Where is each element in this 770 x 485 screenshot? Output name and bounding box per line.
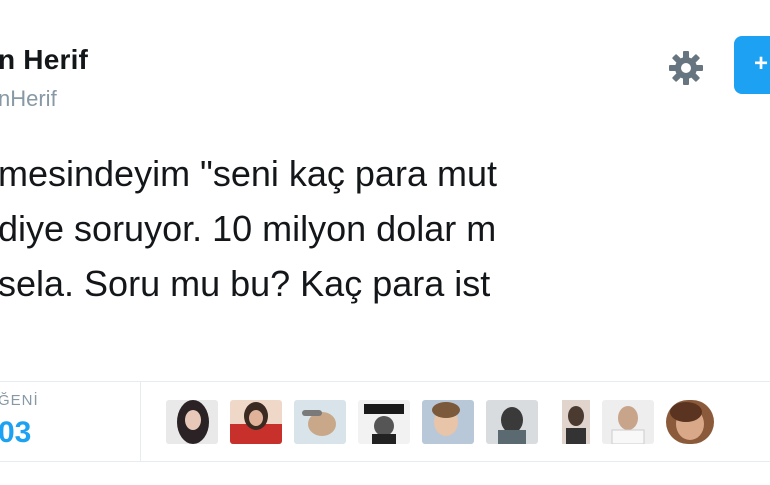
likes-count[interactable]: 03 — [0, 416, 31, 450]
stats-divider-bottom — [0, 461, 770, 462]
follow-button[interactable]: + — [734, 36, 770, 94]
liker-avatar-7[interactable] — [550, 400, 602, 444]
follow-icon: + — [754, 50, 769, 77]
likes-label: ĞENİ — [0, 392, 39, 409]
liker-avatar-3[interactable] — [294, 400, 346, 444]
stats-divider-vertical — [140, 381, 141, 461]
profile-name[interactable]: n Herif — [0, 44, 88, 76]
liker-avatar-4[interactable] — [358, 400, 410, 444]
stats-divider-top — [0, 381, 770, 382]
liker-avatar-2[interactable] — [230, 400, 282, 444]
liker-avatar-5[interactable] — [422, 400, 474, 444]
liker-avatar-1[interactable] — [166, 400, 218, 444]
tweet-line: sela. Soru mu bu? Kaç para ist — [0, 263, 491, 304]
tweet-line: diye soruyor. 10 milyon dolar m — [0, 208, 497, 249]
liker-avatar-6[interactable] — [486, 400, 538, 444]
profile-handle[interactable]: nHerif — [0, 86, 57, 112]
tweet-text: mesindeyim "seni kaç para mut diye soruy… — [0, 146, 497, 311]
liker-avatar-8[interactable] — [602, 400, 654, 444]
gear-icon[interactable] — [666, 48, 706, 88]
liker-avatar-9[interactable] — [666, 400, 714, 444]
tweet-line: mesindeyim "seni kaç para mut — [0, 153, 497, 194]
